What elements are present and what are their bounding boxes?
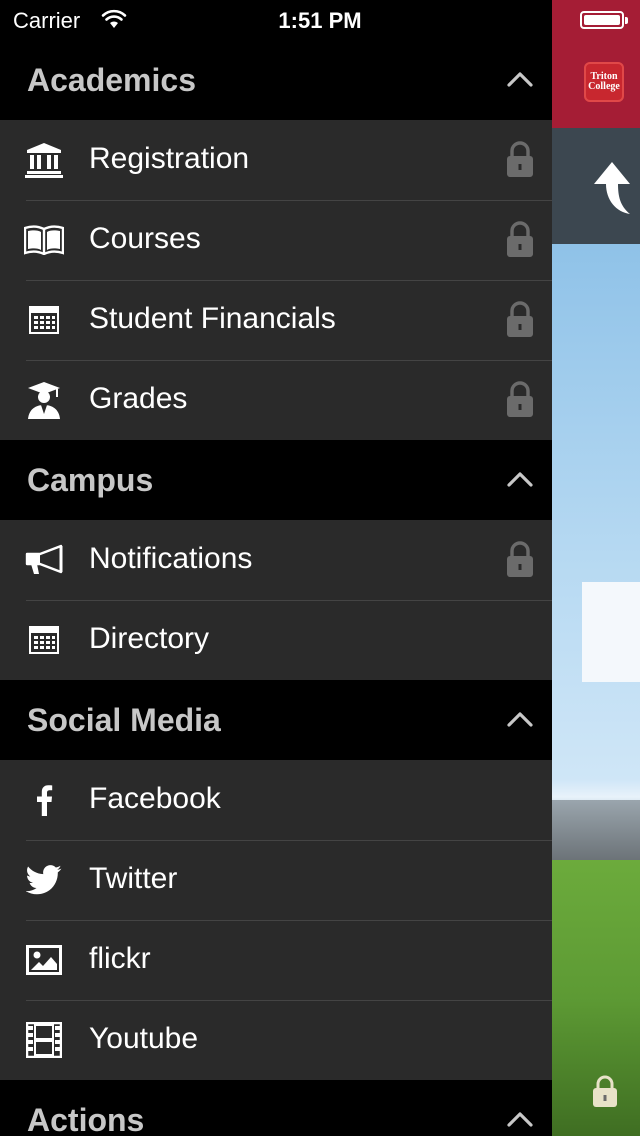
lock-icon[interactable]	[592, 1074, 618, 1108]
menu-item-directory[interactable]: Directory	[0, 600, 552, 680]
section-title: Campus	[27, 462, 154, 498]
twitter-icon	[24, 860, 64, 900]
menu-item-label: Facebook	[89, 782, 221, 815]
navigation-drawer: Academics Registration Courses Student Fina…	[0, 0, 552, 1136]
chevron-up-icon[interactable]	[506, 70, 534, 93]
section-title: Social Media	[27, 702, 221, 738]
divider	[26, 600, 552, 601]
menu-list: Academics Registration Courses Student Fina…	[0, 40, 552, 1136]
bank-icon	[24, 140, 64, 180]
menu-item-label: Registration	[89, 142, 250, 175]
menu-item-facebook[interactable]: Facebook	[0, 760, 552, 840]
chevron-up-icon[interactable]	[506, 470, 534, 493]
film-icon	[24, 1020, 64, 1060]
menu-item-label: Twitter	[89, 862, 178, 895]
menu-item-label: flickr	[89, 942, 151, 975]
campus-building	[552, 800, 640, 860]
up-arrow-icon[interactable]	[590, 160, 634, 216]
section-header-actions[interactable]: Actions	[0, 1080, 552, 1136]
menu-item-label: Notifications	[89, 542, 253, 575]
calculator-icon	[24, 300, 64, 340]
section-items-campus: Notifications Directory	[0, 520, 552, 680]
lock-icon	[506, 140, 534, 183]
menu-item-twitter[interactable]: Twitter	[0, 840, 552, 920]
divider	[26, 920, 552, 921]
divider	[26, 840, 552, 841]
menu-item-label: Grades	[89, 382, 188, 415]
background-app[interactable]: Triton College	[552, 0, 640, 1136]
menu-item-label: Student Financials	[89, 302, 336, 335]
clock: 1:51 PM	[278, 8, 362, 33]
menu-item-youtube[interactable]: Youtube	[0, 1000, 552, 1080]
graduate-icon	[24, 380, 64, 420]
menu-item-student-financials[interactable]: Student Financials	[0, 280, 552, 360]
facebook-icon	[24, 780, 64, 820]
lock-icon	[506, 540, 534, 583]
college-logo[interactable]: Triton College	[584, 62, 624, 102]
section-items-academics: Registration Courses Student Financials Gra…	[0, 120, 552, 440]
section-header-campus[interactable]: Campus	[0, 440, 552, 520]
divider	[26, 360, 552, 361]
section-title: Academics	[27, 62, 196, 98]
menu-item-label: Courses	[89, 222, 201, 255]
lock-icon	[506, 220, 534, 263]
section-header-social-media[interactable]: Social Media	[0, 680, 552, 760]
menu-item-registration[interactable]: Registration	[0, 120, 552, 200]
calculator-icon	[24, 620, 64, 660]
chevron-up-icon[interactable]	[506, 710, 534, 733]
divider	[26, 280, 552, 281]
menu-item-flickr[interactable]: flickr	[0, 920, 552, 1000]
lock-icon	[506, 380, 534, 423]
content-card	[582, 582, 640, 682]
section-title: Actions	[27, 1102, 145, 1136]
menu-item-label: Directory	[89, 622, 210, 655]
chevron-up-icon[interactable]	[506, 1110, 534, 1133]
megaphone-icon	[24, 540, 64, 580]
menu-item-courses[interactable]: Courses	[0, 200, 552, 280]
menu-item-grades[interactable]: Grades	[0, 360, 552, 440]
book-icon	[24, 220, 64, 260]
lock-icon	[506, 300, 534, 343]
section-header-academics[interactable]: Academics	[0, 40, 552, 120]
image-icon	[24, 940, 64, 980]
divider	[26, 200, 552, 201]
divider	[26, 1000, 552, 1001]
menu-item-label: Youtube	[89, 1022, 199, 1055]
menu-item-notifications[interactable]: Notifications	[0, 520, 552, 600]
section-items-social-media: Facebook Twitter flickr Youtube	[0, 760, 552, 1080]
